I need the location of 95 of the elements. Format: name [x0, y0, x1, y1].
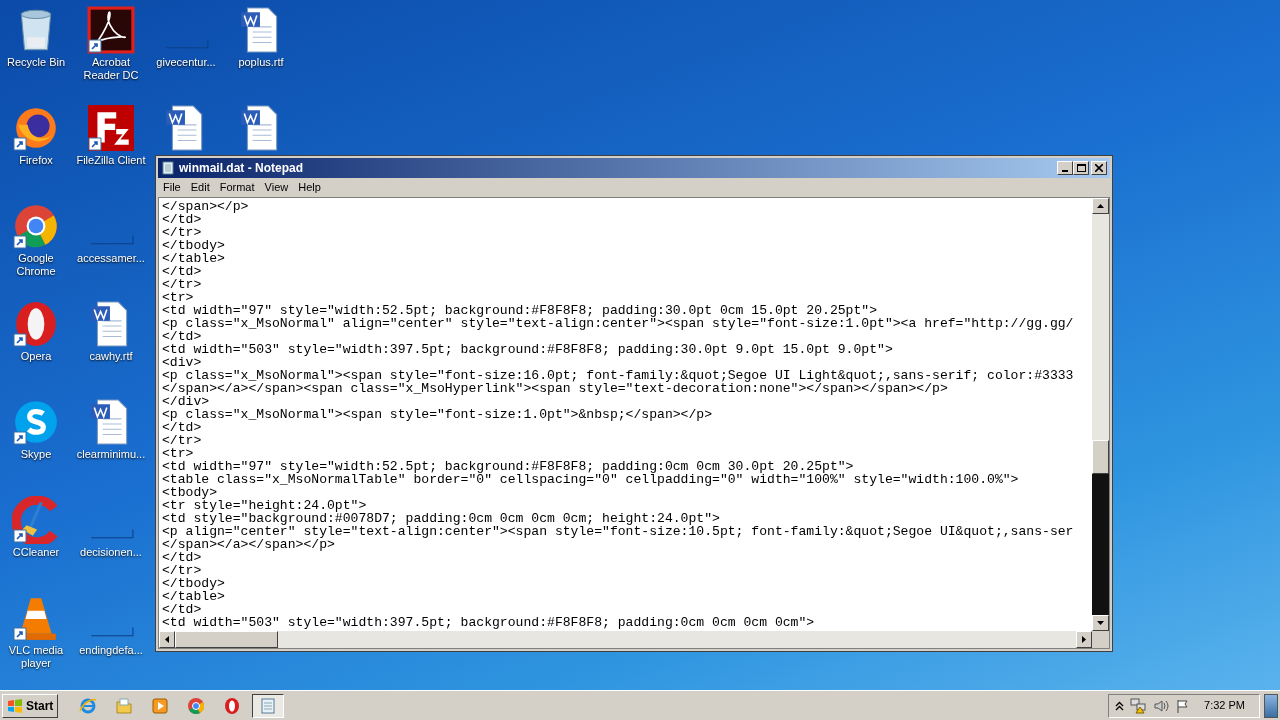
show-desktop-button[interactable]: [1264, 693, 1278, 718]
text-line: </tr>: [162, 434, 202, 447]
menu-item[interactable]: Edit: [185, 179, 215, 196]
text-line: </span></p>: [162, 200, 249, 213]
network-icon[interactable]: [1130, 697, 1149, 714]
menu-item[interactable]: File: [158, 179, 186, 196]
text-line: <p class="x_MsoNormal"><span style="font-size:16.0pt; font-family:&quot;Segoe UI Light&quot;,sans-serif; color:#3333: [162, 369, 1074, 382]
icon-label: Opera: [19, 350, 53, 363]
menu-item[interactable]: View: [259, 179, 294, 196]
ccleaner-icon[interactable]: [12, 496, 60, 544]
menu-item[interactable]: Help: [293, 179, 326, 196]
text-line: </td>: [162, 551, 202, 564]
taskbar-button[interactable]: [252, 693, 285, 718]
filezilla-icon[interactable]: [87, 104, 135, 152]
text-line: <p class="x_MsoNormal" align="center" style="text-align:center"><span style="font-size:1.0pt"><a href="http://gg.gg/: [162, 317, 1074, 330]
icon-label: poplus.rtf: [237, 56, 285, 69]
maximize-icon: [1076, 164, 1086, 172]
maximize-button[interactable]: [1073, 161, 1089, 175]
text-line: <tr>: [162, 291, 194, 304]
text-line: <p class="x_MsoNormal"><span style="font-size:1.0pt">&nbsp;</span></p>: [162, 408, 713, 421]
chrome-icon[interactable]: [12, 202, 60, 250]
icon-label: decisionen...: [79, 546, 143, 559]
text-line: <td style="background:#0078D7; padding:0cm 0cm 0cm 0cm; height:24.0pt">: [162, 512, 720, 525]
opera-icon: [223, 696, 242, 715]
speaker-icon[interactable]: [1154, 698, 1171, 713]
text-line: </tbody>: [162, 577, 225, 590]
text-line: <td width="97" style="width:52.5pt; background:#F8F8F8; padding:30.0pt 0cm 15.0pt 20.25pt">: [162, 304, 878, 317]
scroll-up-button[interactable]: [1092, 198, 1109, 214]
text-line: </td>: [162, 421, 202, 434]
icon-label: endingdefa...: [78, 644, 144, 657]
icon-label: cawhy.rtf: [88, 350, 134, 363]
text-line: <td width="503" style="width:397.5pt; background:#F8F8F8; padding:30.0pt 9.0pt 15.0pt 9.0pt">: [162, 343, 893, 356]
text-line: </span></a></span></p>: [162, 538, 335, 551]
text-line: <td width="503" style="width:397.5pt; background:#F8F8F8; padding:0cm 0cm 0cm 0cm">: [162, 616, 815, 629]
scroll-right-button[interactable]: [1076, 631, 1092, 648]
menu-item[interactable]: Format: [214, 179, 260, 196]
media-player-icon: [151, 696, 170, 715]
text-line: </tr>: [162, 278, 202, 291]
text-line: </tr>: [162, 564, 202, 577]
text-line: </tbody>: [162, 239, 225, 252]
icon-label: accessamer...: [76, 252, 146, 265]
text-line: <div>: [162, 356, 202, 369]
minimize-icon: [1062, 170, 1068, 172]
icon-label: clearminimu...: [75, 448, 147, 461]
chevron-up-icon[interactable]: [1115, 700, 1125, 711]
skype-icon[interactable]: [12, 398, 60, 446]
scroll-thumb[interactable]: [175, 631, 278, 648]
text-line: </table>: [162, 252, 225, 265]
window-title: winmail.dat - Notepad: [179, 160, 304, 177]
icon-label: CCleaner: [11, 546, 61, 559]
minimize-button[interactable]: [1057, 161, 1073, 175]
icon-label: VLC media player: [7, 644, 65, 670]
horizontal-scrollbar[interactable]: [159, 631, 1109, 648]
text-line: </td>: [162, 265, 202, 278]
internet-explorer-icon: [79, 696, 98, 715]
text-line: </td>: [162, 330, 202, 343]
text-line: </div>: [162, 395, 210, 408]
scroll-left-button[interactable]: [159, 631, 175, 648]
icon-label: Skype: [19, 448, 53, 461]
text-line: <table class="x_MsoNormalTable" border="0" cellspacing="0" cellpadding="0" width="100%" style="width:100.0%">: [162, 473, 1019, 486]
text-line: </table>: [162, 590, 225, 603]
clock[interactable]: 7:32 PM: [1204, 697, 1245, 714]
text-line: <tr style="height:24.0pt">: [162, 499, 367, 512]
icon-label: Acrobat Reader DC: [82, 56, 140, 82]
text-line: <tbody>: [162, 486, 217, 499]
text-line: </td>: [162, 213, 202, 226]
vertical-scrollbar[interactable]: [1092, 198, 1109, 631]
text-line: <tr>: [162, 447, 194, 460]
folder-icon: [115, 696, 134, 715]
icon-label: Recycle Bin: [5, 56, 67, 69]
close-icon: [1095, 164, 1103, 172]
text-line: <td width="97" style="width:52.5pt; background:#F8F8F8; padding:0cm 0cm 30.0pt 20.25pt">: [162, 460, 854, 473]
text-line: </tr>: [162, 226, 202, 239]
close-button[interactable]: [1091, 161, 1107, 175]
text-line: </td>: [162, 603, 202, 616]
arrow-left-icon: [165, 636, 169, 643]
scroll-down-button[interactable]: [1092, 615, 1109, 631]
arrow-up-icon: [1097, 204, 1104, 208]
icon-label: givecentur...: [155, 56, 217, 69]
start-button[interactable]: Start: [2, 693, 59, 718]
text-line: <p align="center" style="text-align:center"><span style="font-size:10.5pt; font-family:&quot;Segoe UI&quot;,sans-ser: [162, 525, 1074, 538]
notepad-icon: [259, 696, 278, 715]
text-line: </span></a></span><span class="x_MsoHyperlink"><span style="text-decoration:none"></span></span></p>: [162, 382, 948, 395]
arrow-down-icon: [1097, 621, 1104, 625]
notepad-icon: [161, 161, 175, 175]
acrobat-icon[interactable]: [87, 6, 135, 54]
scroll-thumb[interactable]: [1092, 440, 1109, 474]
icon-label: FileZilla Client: [75, 154, 147, 167]
windows-logo-icon: [7, 698, 23, 713]
chrome-icon: [187, 696, 206, 715]
flag-icon[interactable]: [1176, 698, 1191, 713]
scrollbar-corner: [1092, 631, 1109, 648]
arrow-right-icon: [1082, 636, 1086, 643]
icon-label: Google Chrome: [15, 252, 57, 278]
icon-label: Firefox: [18, 154, 54, 167]
